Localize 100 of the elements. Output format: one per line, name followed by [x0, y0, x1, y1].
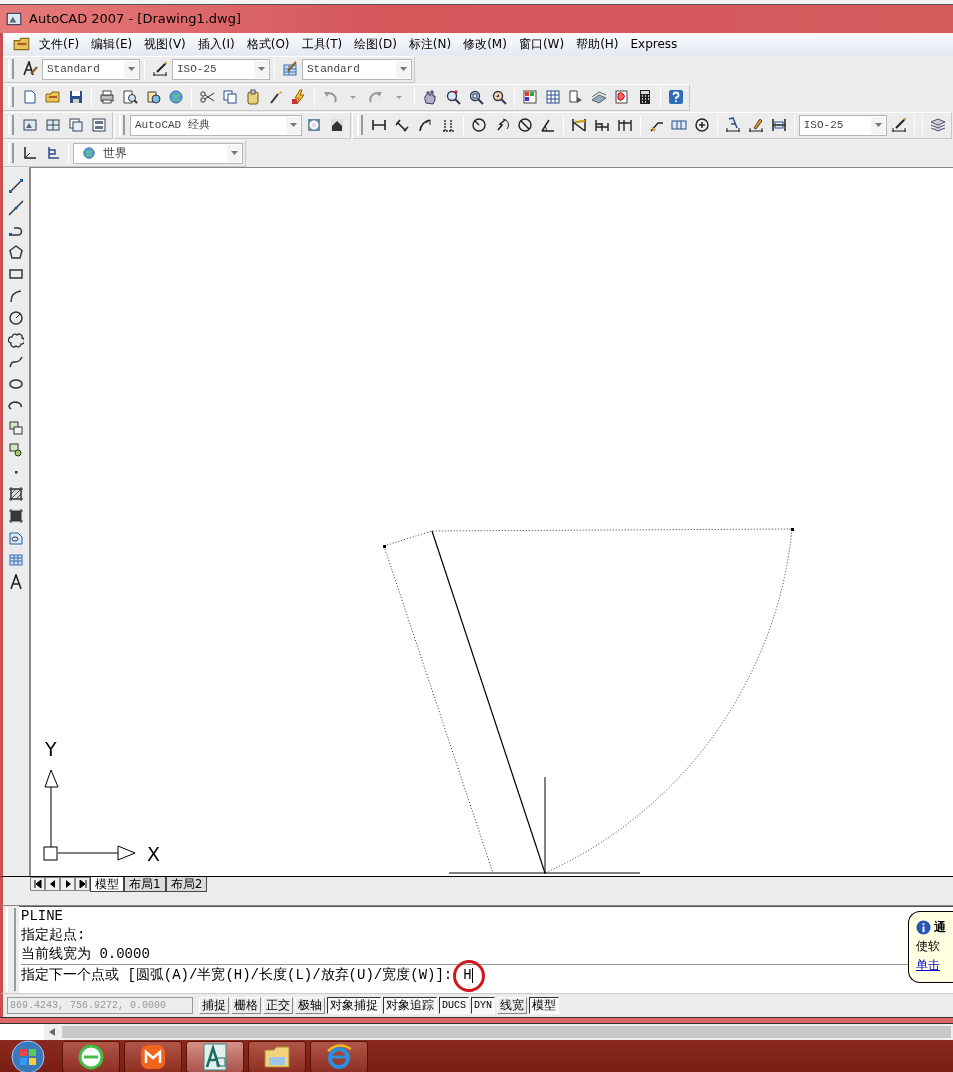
document-icon[interactable] — [13, 35, 31, 53]
last-page-icon[interactable] — [77, 879, 88, 889]
markup-icon[interactable] — [614, 89, 630, 105]
table-style-icon[interactable] — [282, 61, 298, 77]
sheets-icon[interactable] — [591, 89, 607, 105]
region-icon[interactable] — [8, 530, 24, 546]
brush-icon[interactable] — [268, 89, 284, 105]
dimension-style-icon[interactable] — [891, 117, 907, 133]
menu-item[interactable]: 修改(M) — [457, 35, 513, 53]
copy-icon[interactable] — [222, 89, 238, 105]
menu-item[interactable]: 视图(V) — [138, 35, 192, 53]
layout-tab[interactable]: 模型 — [90, 877, 124, 892]
dimension-text-edit-icon[interactable] — [747, 117, 764, 133]
table-icon[interactable] — [8, 552, 24, 568]
text-style-dropdown[interactable]: Standard — [42, 58, 140, 80]
line-icon[interactable] — [8, 178, 24, 194]
save-icon[interactable] — [68, 89, 84, 105]
ucs-dropdown[interactable]: 世界 — [73, 142, 243, 164]
gradient-icon[interactable] — [8, 508, 24, 524]
viewport-icon[interactable] — [22, 117, 38, 133]
make-block-icon[interactable] — [8, 442, 24, 458]
status-toggle[interactable]: DUCS — [439, 997, 469, 1014]
construction-line-icon[interactable] — [8, 200, 24, 216]
help-icon[interactable] — [668, 89, 684, 105]
clipboard-icon[interactable] — [245, 89, 261, 105]
publish-icon[interactable] — [145, 89, 161, 105]
baseline-dimension-icon[interactable] — [593, 117, 610, 133]
ellipse-icon[interactable] — [8, 376, 24, 392]
status-toggle[interactable]: 极轴 — [295, 997, 325, 1014]
arc-dimension-icon[interactable] — [416, 117, 433, 133]
taskbar-button[interactable] — [62, 1041, 120, 1072]
taskbar-button[interactable] — [248, 1041, 306, 1072]
menu-item[interactable]: 插入(I) — [191, 35, 241, 53]
menu-item[interactable]: 工具(T) — [295, 35, 349, 53]
circle-icon[interactable] — [8, 310, 24, 326]
cloud-icon[interactable] — [8, 332, 24, 348]
notification-link[interactable]: 单击 — [916, 958, 940, 972]
dimension-style-icon[interactable] — [152, 61, 168, 77]
command-window-grip[interactable] — [6, 908, 16, 991]
polygon-icon[interactable] — [8, 244, 24, 260]
zoom-in-icon[interactable] — [445, 89, 461, 105]
window-icon[interactable] — [91, 117, 107, 133]
command-input[interactable]: H — [455, 967, 479, 983]
layout-tab[interactable]: 布局1 — [124, 877, 166, 892]
status-toggle[interactable]: 栅格 — [231, 997, 261, 1014]
layers-icon[interactable] — [930, 117, 946, 133]
zoom-window-icon[interactable] — [468, 89, 484, 105]
workspace-dropdown[interactable]: AutoCAD 经典 — [130, 114, 302, 136]
first-page-icon[interactable] — [32, 879, 43, 889]
table-style-dropdown[interactable]: Standard — [302, 58, 412, 80]
ucs-icon[interactable] — [22, 145, 38, 161]
status-toggle[interactable]: 捕捉 — [199, 997, 229, 1014]
status-toggle[interactable]: 正交 — [263, 997, 293, 1014]
status-toggle[interactable]: 对象追踪 — [383, 997, 437, 1014]
pages-icon[interactable] — [568, 89, 584, 105]
taskbar-button[interactable] — [186, 1041, 244, 1072]
menu-item[interactable]: 绘图(D) — [348, 35, 403, 53]
printer-icon[interactable] — [99, 89, 115, 105]
house-icon[interactable] — [329, 117, 345, 133]
toolbar-grip[interactable] — [8, 87, 14, 107]
menu-item[interactable]: 格式(O) — [240, 35, 296, 53]
properties-icon[interactable] — [522, 89, 538, 105]
menu-item[interactable]: 窗口(W) — [512, 35, 571, 53]
center-mark-icon[interactable] — [693, 117, 710, 133]
viewport-icon[interactable] — [45, 117, 61, 133]
tolerance-icon[interactable] — [670, 117, 687, 133]
ucs-icon[interactable] — [45, 145, 61, 161]
arc-icon[interactable] — [8, 288, 24, 304]
hatch-icon[interactable] — [8, 486, 24, 502]
scissors-icon[interactable] — [199, 89, 215, 105]
rectangle-icon[interactable] — [8, 266, 24, 282]
status-toggle[interactable]: DYN — [471, 997, 496, 1014]
preview-icon[interactable] — [122, 89, 138, 105]
calculator-icon[interactable] — [637, 89, 653, 105]
text-icon[interactable] — [8, 574, 24, 590]
insert-block-icon[interactable] — [8, 420, 24, 436]
menu-item[interactable]: 文件(F) — [33, 35, 86, 53]
diameter-dimension-icon[interactable] — [516, 117, 533, 133]
window-icon[interactable] — [68, 117, 84, 133]
menu-item[interactable]: 编辑(E) — [85, 35, 139, 53]
dimension-update-icon[interactable] — [770, 117, 787, 133]
continue-dimension-icon[interactable] — [616, 117, 633, 133]
toolbar-grip[interactable] — [8, 143, 14, 163]
status-toggle[interactable]: 对象捕捉 — [327, 997, 381, 1014]
status-toggle[interactable]: 线宽 — [497, 997, 528, 1014]
menu-item[interactable]: 标注(N) — [402, 35, 458, 53]
open-folder-icon[interactable] — [45, 89, 61, 105]
dimension-edit-icon[interactable] — [724, 117, 741, 133]
text-style-icon[interactable] — [22, 61, 38, 77]
taskbar-button[interactable] — [124, 1041, 182, 1072]
globe-icon[interactable] — [168, 89, 184, 105]
quick-dimension-icon[interactable] — [570, 117, 587, 133]
menu-item[interactable]: 帮助(H) — [570, 35, 625, 53]
linear-dimension-icon[interactable] — [370, 117, 387, 133]
status-toggle[interactable]: 模型 — [529, 997, 560, 1014]
menu-item[interactable]: Express — [624, 35, 684, 53]
radius-dimension-icon[interactable] — [470, 117, 487, 133]
dimension-style-dropdown[interactable]: ISO-25 — [172, 58, 270, 80]
taskbar-button[interactable] — [310, 1041, 368, 1072]
toolbar-grip[interactable] — [8, 59, 14, 79]
